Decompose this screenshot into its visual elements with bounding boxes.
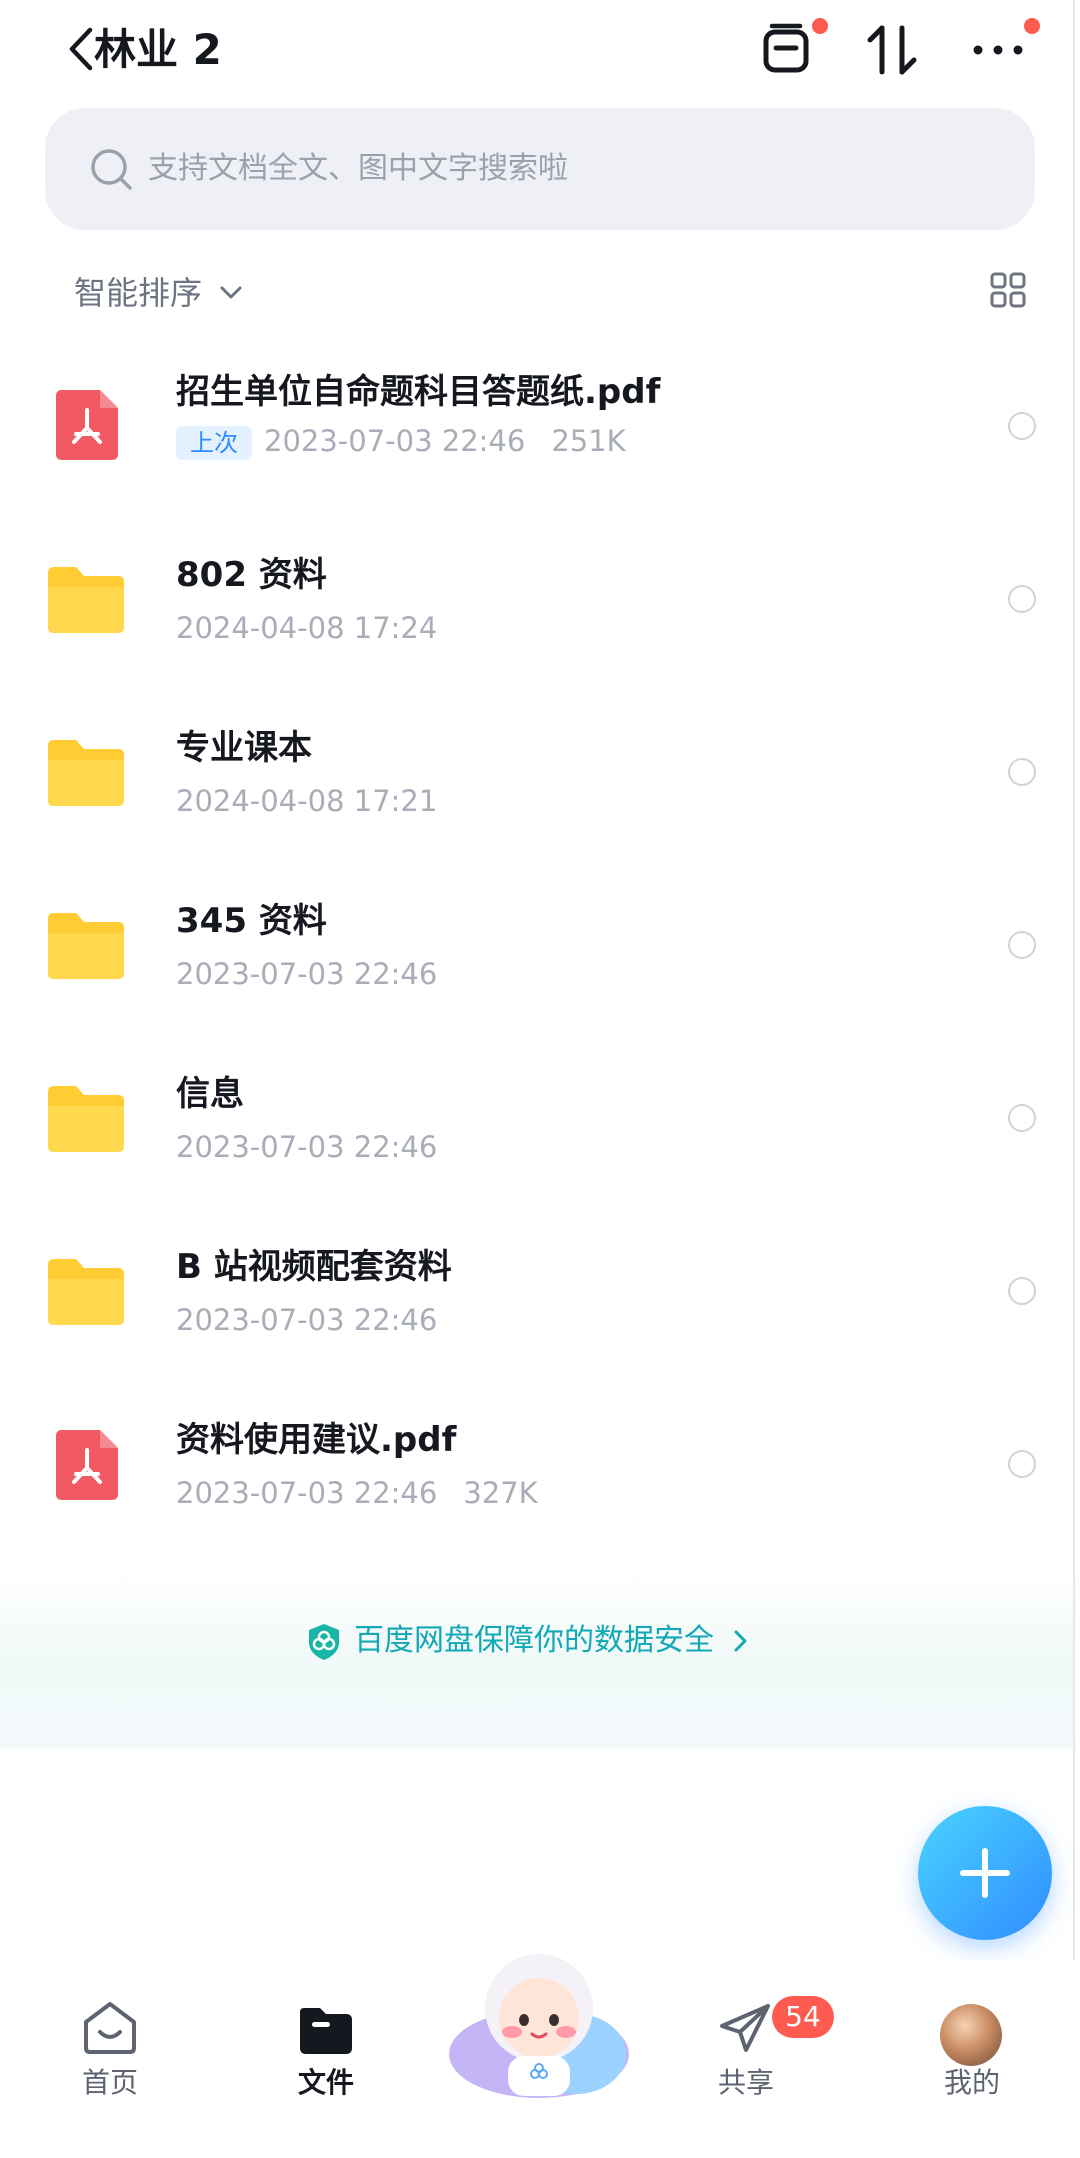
folder-icon xyxy=(48,567,124,633)
list-item[interactable]: 345 资料 2023-07-03 22:46 xyxy=(0,859,1060,1031)
more-icon[interactable] xyxy=(968,20,1028,80)
file-date: 2024-04-08 17:21 xyxy=(176,784,438,818)
file-name: 专业课本 xyxy=(176,728,312,768)
shield-icon xyxy=(309,1624,339,1660)
file-date: 2023-07-03 22:46 xyxy=(176,1130,438,1164)
grid-view-icon[interactable] xyxy=(990,272,1026,308)
search-icon xyxy=(91,149,132,190)
page-title: 林业 2 xyxy=(94,25,222,74)
select-radio[interactable] xyxy=(1008,1104,1036,1132)
home-icon xyxy=(84,2002,136,2054)
nav-mine-label: 我的 xyxy=(943,2066,1000,2099)
file-name: 信息 xyxy=(176,1074,244,1114)
select-radio[interactable] xyxy=(1008,412,1036,440)
pdf-file-icon xyxy=(56,390,118,460)
list-item[interactable]: B 站视频配套资料 2023-07-03 22:46 xyxy=(0,1205,1060,1377)
nav-home-label: 首页 xyxy=(81,2066,138,2099)
file-date: 2023-07-03 22:46 xyxy=(176,1476,438,1510)
folder-icon xyxy=(48,913,124,979)
avatar[interactable] xyxy=(940,2004,1002,2066)
folder-icon xyxy=(48,1259,124,1325)
list-item[interactable]: 招生单位自命题科目答题纸.pdf 上次 2023-07-03 22:46 251K xyxy=(0,340,1060,512)
nav-home[interactable]: 首页 xyxy=(30,1998,190,2102)
select-radio[interactable] xyxy=(1008,931,1036,959)
folder-icon xyxy=(48,740,124,806)
plus-icon xyxy=(960,1848,1010,1898)
scroll-edge xyxy=(1073,0,1075,2158)
sort-arrows-icon[interactable] xyxy=(862,20,922,80)
transfer-list-icon[interactable] xyxy=(758,18,818,78)
send-icon xyxy=(720,2004,770,2052)
select-radio[interactable] xyxy=(1008,1450,1036,1478)
file-name: 招生单位自命题科目答题纸.pdf xyxy=(176,372,661,412)
last-opened-tag: 上次 xyxy=(176,426,252,460)
select-radio[interactable] xyxy=(1008,1277,1036,1305)
file-date: 2023-07-03 22:46 xyxy=(176,1303,438,1337)
nav-share-label: 共享 xyxy=(717,2066,774,2099)
add-button[interactable] xyxy=(918,1806,1052,1940)
file-date: 2024-04-08 17:24 xyxy=(176,611,438,645)
folder-filled-icon xyxy=(300,2008,352,2054)
sort-dropdown[interactable]: 智能排序 xyxy=(74,272,202,314)
file-name: B 站视频配套资料 xyxy=(176,1247,452,1287)
file-name: 802 资料 xyxy=(176,555,327,595)
list-item[interactable]: 专业课本 2024-04-08 17:21 xyxy=(0,686,1060,858)
chevron-down-icon[interactable] xyxy=(218,280,244,306)
file-date: 2023-07-03 22:46 xyxy=(176,957,438,991)
folder-icon xyxy=(48,1086,124,1152)
notification-dot xyxy=(812,18,828,34)
list-item[interactable]: 信息 2023-07-03 22:46 xyxy=(0,1032,1060,1204)
file-meta: 2023-07-03 22:46 327K xyxy=(176,1474,538,1512)
mascot-assistant-icon[interactable] xyxy=(446,1950,632,2100)
pdf-file-icon xyxy=(56,1430,118,1500)
security-banner-link[interactable]: 百度网盘保障你的数据安全 xyxy=(354,1620,714,1662)
share-count-badge: 54 xyxy=(772,1996,834,2038)
file-date: 2023-07-03 22:46 xyxy=(264,424,526,458)
file-name: 资料使用建议.pdf xyxy=(176,1420,457,1460)
file-meta: 上次 2023-07-03 22:46 251K xyxy=(176,422,626,460)
list-item[interactable]: 资料使用建议.pdf 2023-07-03 22:46 327K xyxy=(0,1378,1060,1550)
list-item[interactable]: 802 资料 2024-04-08 17:24 xyxy=(0,513,1060,685)
select-radio[interactable] xyxy=(1008,585,1036,613)
nav-files-label: 文件 xyxy=(297,2066,354,2099)
notification-dot xyxy=(1024,18,1040,34)
nav-files[interactable]: 文件 xyxy=(246,1998,406,2102)
file-name: 345 资料 xyxy=(176,901,327,941)
file-size: 327K xyxy=(463,1476,538,1510)
chevron-right-icon[interactable] xyxy=(728,1628,752,1654)
search-placeholder: 支持文档全文、图中文字搜索啦 xyxy=(148,151,568,186)
file-size: 251K xyxy=(551,424,626,458)
select-radio[interactable] xyxy=(1008,758,1036,786)
